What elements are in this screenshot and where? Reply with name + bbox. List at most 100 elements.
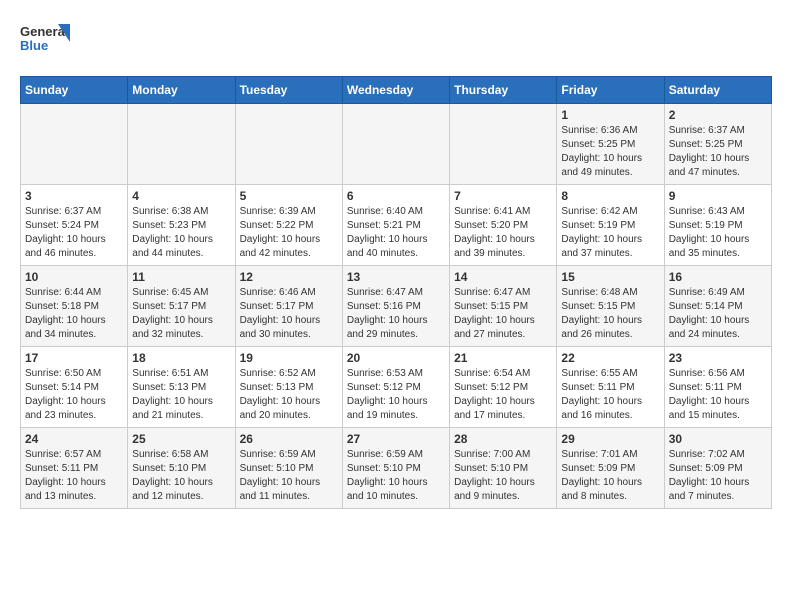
header-friday: Friday	[557, 77, 664, 104]
day-number: 15	[561, 270, 659, 284]
day-info: Sunrise: 6:47 AM Sunset: 5:15 PM Dayligh…	[454, 286, 552, 342]
day-number: 13	[347, 270, 445, 284]
day-info: Sunrise: 6:48 AM Sunset: 5:15 PM Dayligh…	[561, 286, 659, 342]
day-number: 19	[240, 351, 338, 365]
week-row-4: 17Sunrise: 6:50 AM Sunset: 5:14 PM Dayli…	[21, 347, 772, 428]
day-cell	[235, 104, 342, 185]
day-cell	[128, 104, 235, 185]
day-info: Sunrise: 6:53 AM Sunset: 5:12 PM Dayligh…	[347, 367, 445, 423]
day-cell: 13 Sunrise: 6:47 AM Sunset: 5:16 PM Dayli…	[342, 266, 449, 347]
svg-text:Blue: Blue	[20, 38, 48, 53]
day-info: Sunrise: 6:37 AM Sunset: 5:24 PM Dayligh…	[25, 205, 123, 261]
day-cell: 2 Sunrise: 6:37 AM Sunset: 5:25 PM Daylig…	[664, 104, 771, 185]
day-info: Sunrise: 7:00 AM Sunset: 5:10 PM Dayligh…	[454, 448, 552, 504]
day-number: 26	[240, 432, 338, 446]
day-info: Sunrise: 6:43 AM Sunset: 5:19 PM Dayligh…	[669, 205, 767, 261]
day-cell: 28 Sunrise: 7:00 AM Sunset: 5:10 PM Dayli…	[450, 428, 557, 509]
header-tuesday: Tuesday	[235, 77, 342, 104]
day-info: Sunrise: 7:01 AM Sunset: 5:09 PM Dayligh…	[561, 448, 659, 504]
day-cell: 30Sunrise: 7:02 AM Sunset: 5:09 PM Dayli…	[664, 428, 771, 509]
day-number: 8	[561, 189, 659, 203]
day-number: 18	[132, 351, 230, 365]
calendar-table: SundayMondayTuesdayWednesdayThursdayFrid…	[20, 76, 772, 509]
day-number: 6	[347, 189, 445, 203]
day-number: 16	[669, 270, 767, 284]
day-number: 10	[25, 270, 123, 284]
day-cell: 17Sunrise: 6:50 AM Sunset: 5:14 PM Dayli…	[21, 347, 128, 428]
day-info: Sunrise: 6:37 AM Sunset: 5:25 PM Dayligh…	[669, 124, 767, 180]
day-cell: 5 Sunrise: 6:39 AM Sunset: 5:22 PM Daylig…	[235, 185, 342, 266]
day-cell	[450, 104, 557, 185]
day-number: 7	[454, 189, 552, 203]
day-info: Sunrise: 6:55 AM Sunset: 5:11 PM Dayligh…	[561, 367, 659, 423]
day-cell: 1 Sunrise: 6:36 AM Sunset: 5:25 PM Daylig…	[557, 104, 664, 185]
day-cell: 4Sunrise: 6:38 AM Sunset: 5:23 PM Daylig…	[128, 185, 235, 266]
day-number: 17	[25, 351, 123, 365]
day-cell: 14 Sunrise: 6:47 AM Sunset: 5:15 PM Dayli…	[450, 266, 557, 347]
week-row-1: 1 Sunrise: 6:36 AM Sunset: 5:25 PM Daylig…	[21, 104, 772, 185]
day-cell: 10 Sunrise: 6:44 AM Sunset: 5:18 PM Dayli…	[21, 266, 128, 347]
week-row-3: 10 Sunrise: 6:44 AM Sunset: 5:18 PM Dayli…	[21, 266, 772, 347]
day-number: 24	[25, 432, 123, 446]
header-wednesday: Wednesday	[342, 77, 449, 104]
day-info: Sunrise: 6:41 AM Sunset: 5:20 PM Dayligh…	[454, 205, 552, 261]
week-row-2: 3 Sunrise: 6:37 AM Sunset: 5:24 PM Daylig…	[21, 185, 772, 266]
day-cell	[21, 104, 128, 185]
day-cell: 11 Sunrise: 6:45 AM Sunset: 5:17 PM Dayli…	[128, 266, 235, 347]
day-cell: 19 Sunrise: 6:52 AM Sunset: 5:13 PM Dayli…	[235, 347, 342, 428]
day-number: 1	[561, 108, 659, 122]
day-info: Sunrise: 6:57 AM Sunset: 5:11 PM Dayligh…	[25, 448, 123, 504]
day-info: Sunrise: 6:40 AM Sunset: 5:21 PM Dayligh…	[347, 205, 445, 261]
logo: General Blue	[20, 20, 70, 60]
day-cell: 9 Sunrise: 6:43 AM Sunset: 5:19 PM Daylig…	[664, 185, 771, 266]
day-info: Sunrise: 6:49 AM Sunset: 5:14 PM Dayligh…	[669, 286, 767, 342]
day-info: Sunrise: 6:59 AM Sunset: 5:10 PM Dayligh…	[347, 448, 445, 504]
day-info: Sunrise: 6:42 AM Sunset: 5:19 PM Dayligh…	[561, 205, 659, 261]
day-info: Sunrise: 6:39 AM Sunset: 5:22 PM Dayligh…	[240, 205, 338, 261]
day-cell: 25 Sunrise: 6:58 AM Sunset: 5:10 PM Dayli…	[128, 428, 235, 509]
day-number: 29	[561, 432, 659, 446]
day-info: Sunrise: 6:46 AM Sunset: 5:17 PM Dayligh…	[240, 286, 338, 342]
header-row: SundayMondayTuesdayWednesdayThursdayFrid…	[21, 77, 772, 104]
day-info: Sunrise: 6:54 AM Sunset: 5:12 PM Dayligh…	[454, 367, 552, 423]
day-cell: 6 Sunrise: 6:40 AM Sunset: 5:21 PM Daylig…	[342, 185, 449, 266]
day-info: Sunrise: 6:47 AM Sunset: 5:16 PM Dayligh…	[347, 286, 445, 342]
day-cell: 16 Sunrise: 6:49 AM Sunset: 5:14 PM Dayli…	[664, 266, 771, 347]
day-info: Sunrise: 6:52 AM Sunset: 5:13 PM Dayligh…	[240, 367, 338, 423]
day-cell: 7 Sunrise: 6:41 AM Sunset: 5:20 PM Daylig…	[450, 185, 557, 266]
day-info: Sunrise: 6:56 AM Sunset: 5:11 PM Dayligh…	[669, 367, 767, 423]
day-number: 4	[132, 189, 230, 203]
day-number: 3	[25, 189, 123, 203]
day-number: 9	[669, 189, 767, 203]
day-cell: 29 Sunrise: 7:01 AM Sunset: 5:09 PM Dayli…	[557, 428, 664, 509]
day-cell: 8 Sunrise: 6:42 AM Sunset: 5:19 PM Daylig…	[557, 185, 664, 266]
day-cell: 23Sunrise: 6:56 AM Sunset: 5:11 PM Dayli…	[664, 347, 771, 428]
day-info: Sunrise: 6:45 AM Sunset: 5:17 PM Dayligh…	[132, 286, 230, 342]
day-cell: 22 Sunrise: 6:55 AM Sunset: 5:11 PM Dayli…	[557, 347, 664, 428]
day-cell: 20 Sunrise: 6:53 AM Sunset: 5:12 PM Dayli…	[342, 347, 449, 428]
day-info: Sunrise: 6:36 AM Sunset: 5:25 PM Dayligh…	[561, 124, 659, 180]
day-info: Sunrise: 7:02 AM Sunset: 5:09 PM Dayligh…	[669, 448, 767, 504]
day-number: 20	[347, 351, 445, 365]
day-number: 22	[561, 351, 659, 365]
day-cell: 21 Sunrise: 6:54 AM Sunset: 5:12 PM Dayli…	[450, 347, 557, 428]
week-row-5: 24 Sunrise: 6:57 AM Sunset: 5:11 PM Dayli…	[21, 428, 772, 509]
day-number: 21	[454, 351, 552, 365]
day-cell: 15 Sunrise: 6:48 AM Sunset: 5:15 PM Dayli…	[557, 266, 664, 347]
day-number: 25	[132, 432, 230, 446]
day-number: 14	[454, 270, 552, 284]
day-number: 2	[669, 108, 767, 122]
day-info: Sunrise: 6:59 AM Sunset: 5:10 PM Dayligh…	[240, 448, 338, 504]
header-thursday: Thursday	[450, 77, 557, 104]
day-number: 27	[347, 432, 445, 446]
day-info: Sunrise: 6:58 AM Sunset: 5:10 PM Dayligh…	[132, 448, 230, 504]
day-number: 5	[240, 189, 338, 203]
header-saturday: Saturday	[664, 77, 771, 104]
day-number: 11	[132, 270, 230, 284]
day-cell: 3 Sunrise: 6:37 AM Sunset: 5:24 PM Daylig…	[21, 185, 128, 266]
day-info: Sunrise: 6:51 AM Sunset: 5:13 PM Dayligh…	[132, 367, 230, 423]
day-number: 28	[454, 432, 552, 446]
day-info: Sunrise: 6:44 AM Sunset: 5:18 PM Dayligh…	[25, 286, 123, 342]
header-sunday: Sunday	[21, 77, 128, 104]
day-cell: 24 Sunrise: 6:57 AM Sunset: 5:11 PM Dayli…	[21, 428, 128, 509]
